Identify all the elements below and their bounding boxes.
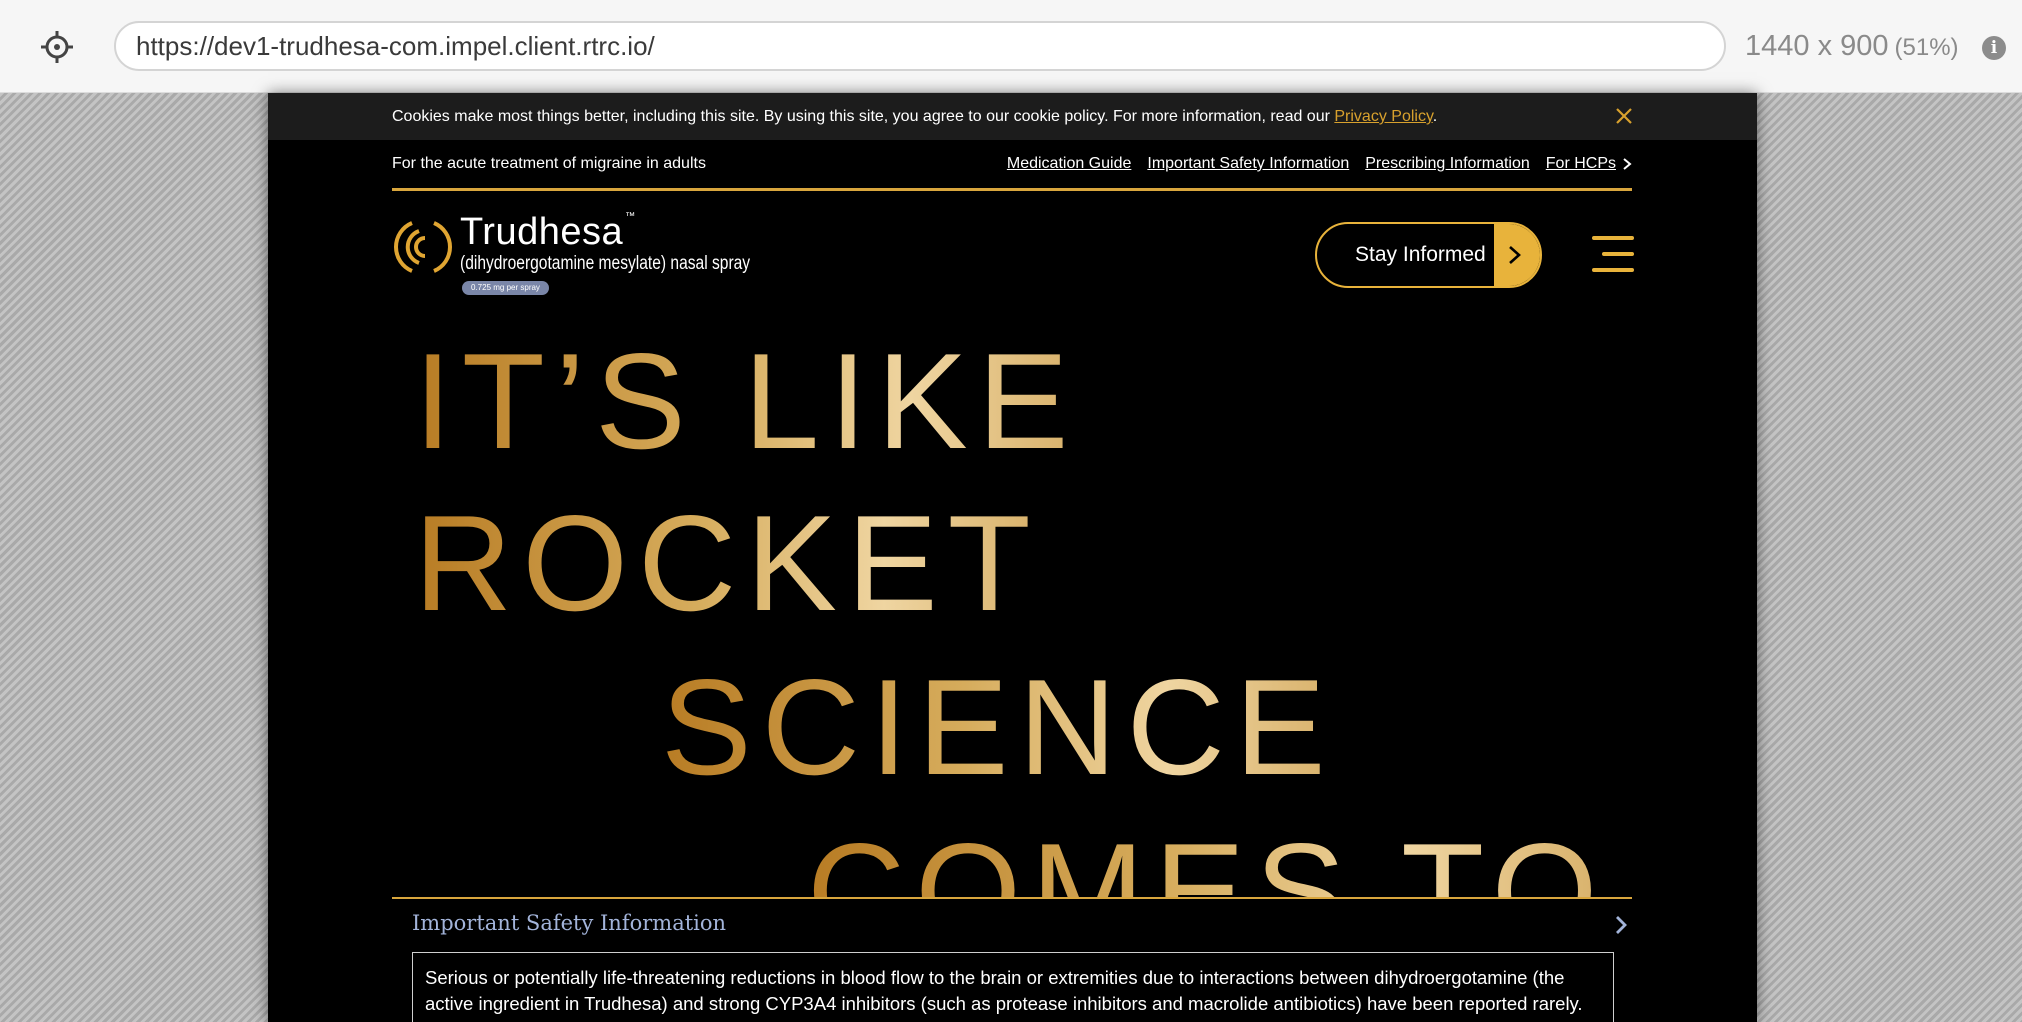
logo-arcs-icon: [394, 221, 452, 273]
utility-links: Medication Guide Important Safety Inform…: [991, 155, 1632, 173]
prescribing-info-link[interactable]: Prescribing Information: [1365, 155, 1530, 173]
logo-tm: ™: [625, 211, 636, 222]
trudhesa-logo[interactable]: Trudhesa ™ (dihydroergotamine mesylate) n…: [392, 211, 750, 295]
stay-informed-cap: [1494, 224, 1540, 286]
close-icon[interactable]: [1614, 106, 1634, 126]
stay-informed-button[interactable]: Stay Informed: [1315, 222, 1542, 288]
cookie-banner: Cookies make most things better, includi…: [268, 93, 1757, 140]
menu-icon[interactable]: [1592, 236, 1634, 272]
viewer-toolbar: https://dev1-trudhesa-com.impel.client.r…: [0, 0, 2022, 93]
indication-tagline: For the acute treatment of migraine in a…: [392, 155, 706, 172]
viewport-dimensions: 1440 x 900: [1745, 30, 1889, 62]
hero-line-2: ROCKET: [414, 487, 1041, 639]
hero-line-3: SCIENCE: [661, 651, 1336, 803]
site-viewport: Cookies make most things better, includi…: [268, 93, 1757, 1022]
url-input[interactable]: https://dev1-trudhesa-com.impel.client.r…: [114, 21, 1726, 71]
hero-line-1: IT’S LIKE: [414, 325, 1079, 477]
viewport-size: 1440 x 900 (51%): [1745, 30, 1959, 63]
isi-panel: Important Safety Information Serious or …: [392, 897, 1632, 1022]
zoom-level: (51%): [1894, 34, 1959, 61]
crosshair-icon[interactable]: [40, 30, 74, 64]
utility-bar: For the acute treatment of migraine in a…: [392, 140, 1632, 191]
privacy-policy-link[interactable]: Privacy Policy: [1334, 108, 1432, 125]
info-icon[interactable]: i: [1982, 36, 2006, 60]
safety-info-link[interactable]: Important Safety Information: [1147, 155, 1349, 173]
stay-informed-label: Stay Informed: [1355, 243, 1486, 266]
isi-body: Serious or potentially life-threatening …: [412, 952, 1614, 1022]
chevron-right-icon[interactable]: [1614, 915, 1628, 935]
chevron-right-icon: [1509, 246, 1521, 264]
chevron-right-icon[interactable]: [1622, 158, 1632, 170]
cookie-message: Cookies make most things better, includi…: [392, 108, 1335, 125]
cookie-text: Cookies make most things better, includi…: [392, 93, 1437, 140]
medication-guide-link[interactable]: Medication Guide: [1007, 155, 1132, 173]
cookie-suffix: .: [1432, 108, 1438, 125]
logo-name: Trudhesa ™: [460, 211, 636, 254]
logo-subtitle: (dihydroergotamine mesylate) nasal spray: [460, 253, 751, 274]
logo-wordmark: Trudhesa: [460, 211, 624, 253]
hero-headline: IT’S LIKE ROCKET SCIENCE COMES TO: [268, 323, 1757, 927]
isi-title[interactable]: Important Safety Information: [412, 911, 726, 935]
dose-badge: 0.725 mg per spray: [462, 281, 549, 295]
for-hcps-link[interactable]: For HCPs: [1546, 155, 1616, 173]
